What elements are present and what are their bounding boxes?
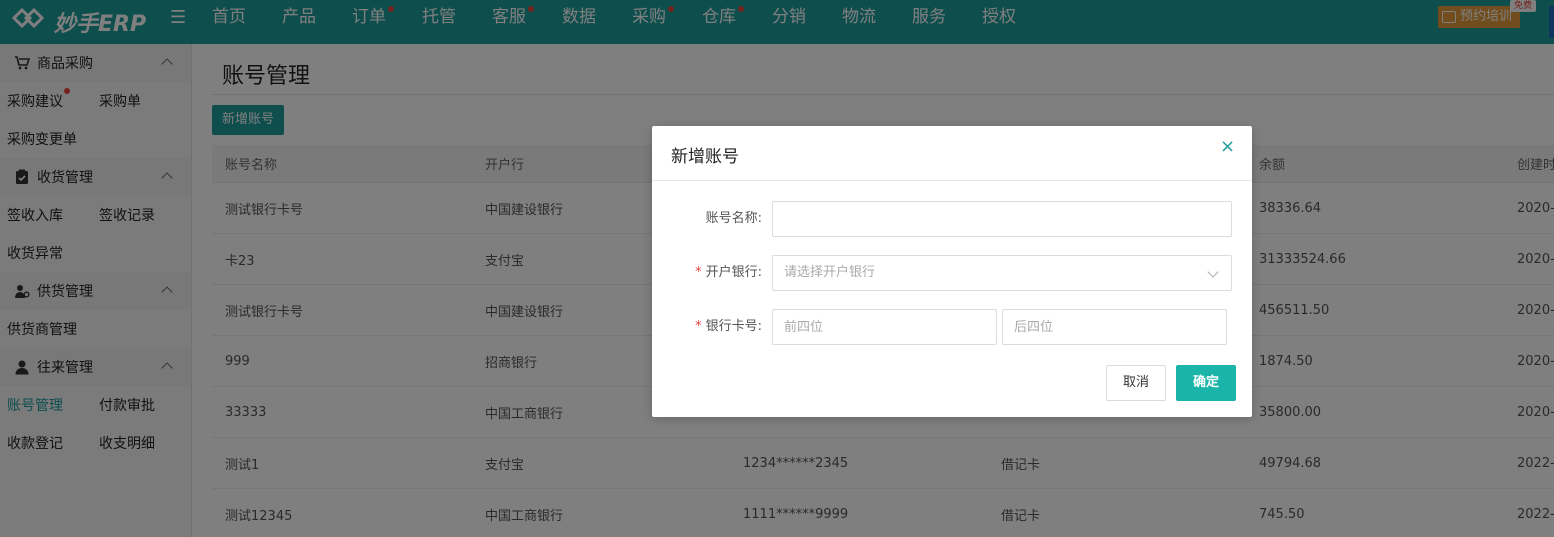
modal-header: 新增账号 ×	[652, 126, 1252, 181]
card-last-four-input[interactable]	[1002, 309, 1227, 345]
account-name-input[interactable]	[772, 201, 1232, 237]
account-name-label: 账号名称:	[705, 211, 762, 226]
account-name-row: 账号名称:	[652, 201, 1252, 237]
card-number-row: * 银行卡号:	[652, 309, 1252, 345]
add-account-modal: 新增账号 × 账号名称: *开户银行: 请选择开户银行 *银行卡号: 取消 确定	[652, 126, 1252, 417]
bank-row: * 开户银行: 请选择开户银行	[652, 255, 1252, 291]
card-first-four-input[interactable]	[772, 309, 997, 345]
bank-select-placeholder: 请选择开户银行	[784, 265, 876, 280]
confirm-button[interactable]: 确定	[1176, 365, 1236, 401]
close-icon[interactable]: ×	[1220, 138, 1235, 156]
bank-label: * 开户银行:	[695, 265, 762, 280]
chevron-down-icon	[1207, 266, 1219, 278]
modal-title: 新增账号	[671, 147, 739, 167]
bank-select[interactable]: 请选择开户银行	[772, 255, 1232, 291]
cancel-button[interactable]: 取消	[1106, 365, 1166, 401]
card-number-label: * 银行卡号:	[695, 319, 762, 334]
